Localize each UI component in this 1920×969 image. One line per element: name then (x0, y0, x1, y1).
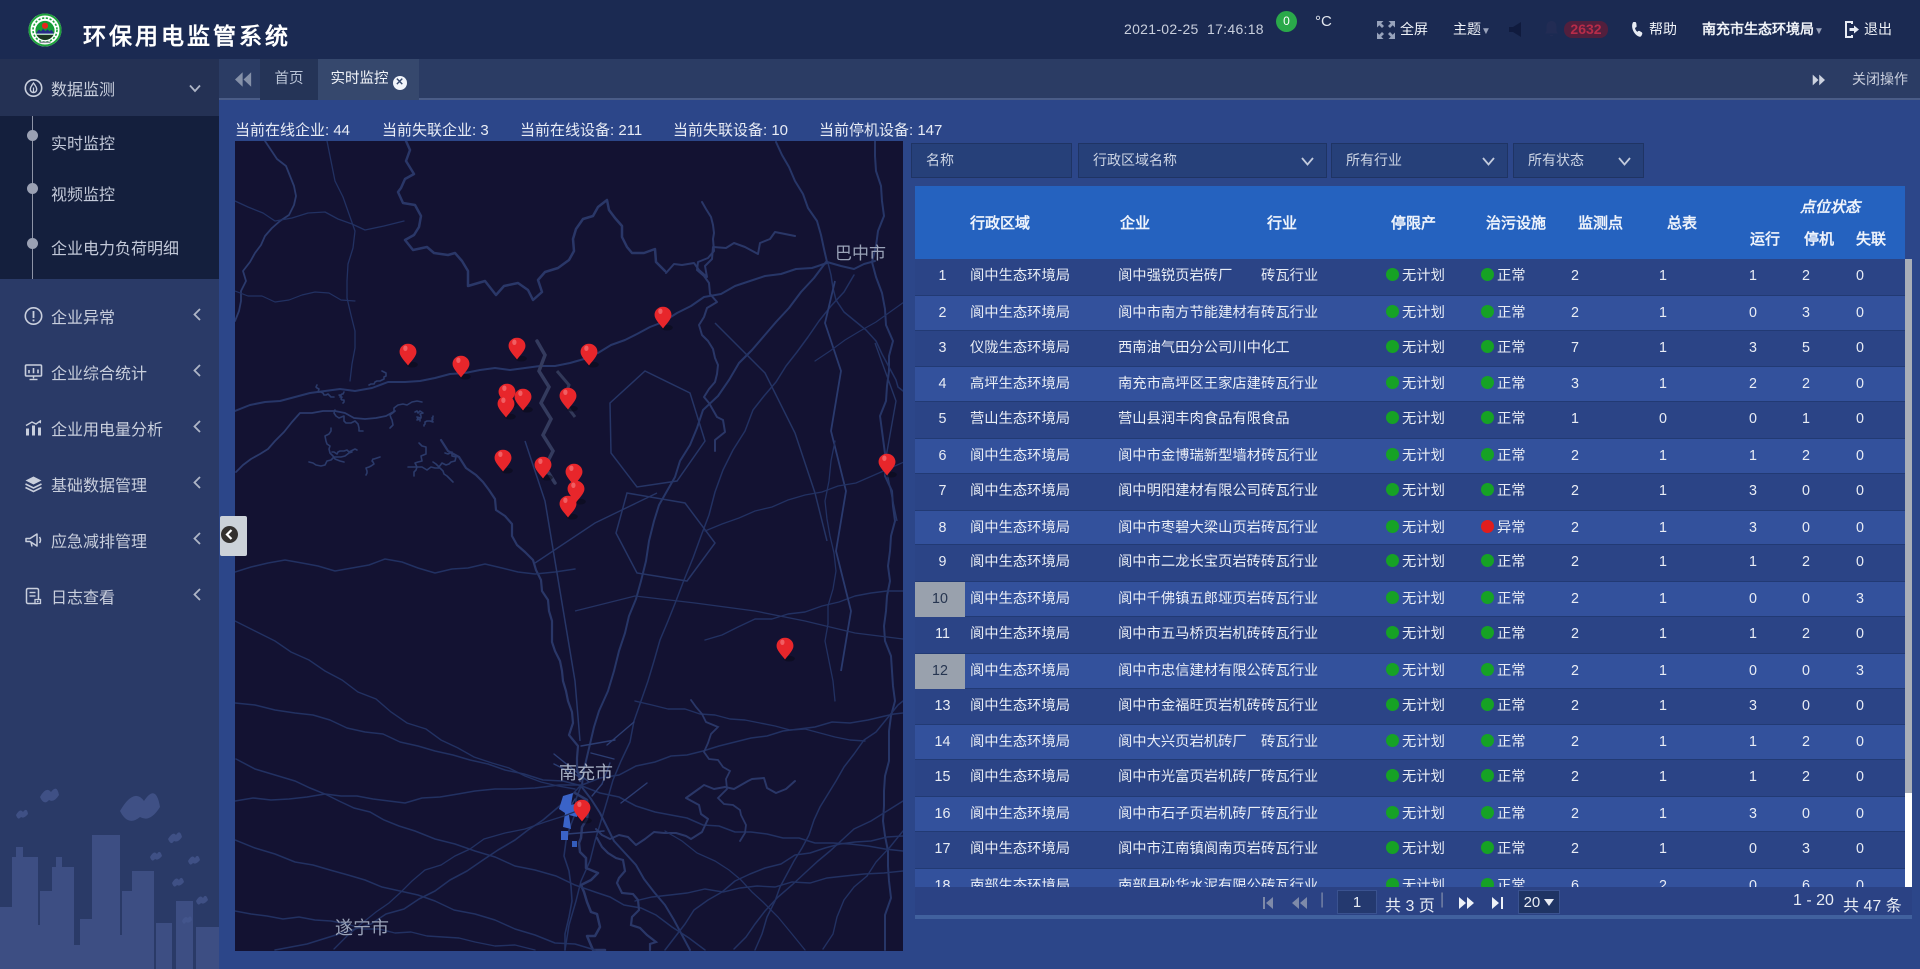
svg-text:遂宁市: 遂宁市 (335, 918, 389, 938)
svg-text:巴中市: 巴中市 (835, 244, 886, 263)
svg-text:南充市: 南充市 (559, 763, 613, 783)
